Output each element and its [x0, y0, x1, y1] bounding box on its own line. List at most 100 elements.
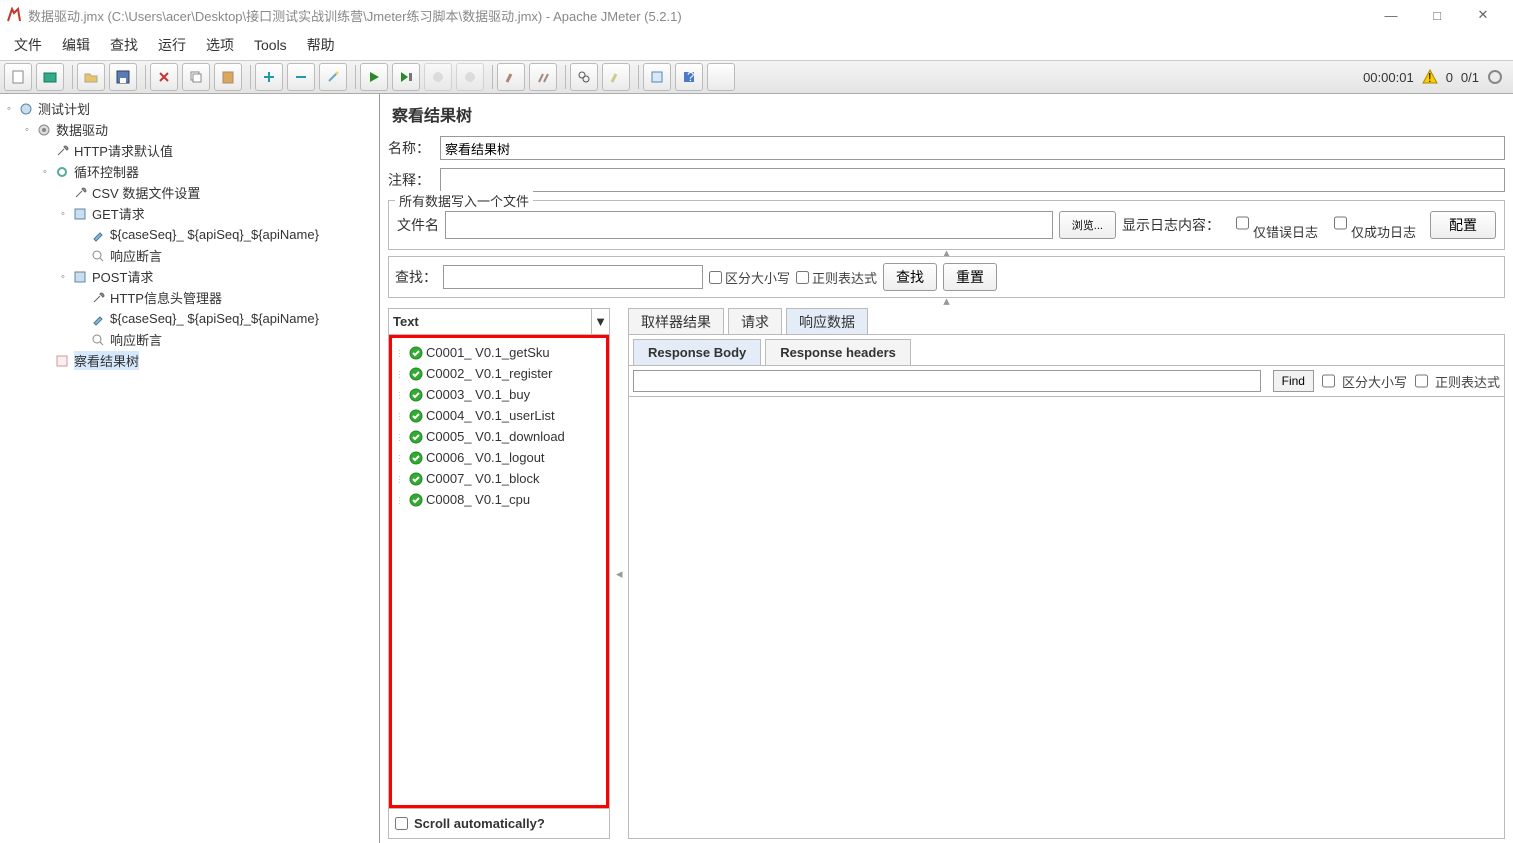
configure-button[interactable]: 配置 — [1430, 211, 1496, 239]
tree-get-request[interactable]: ◦ GET请求 — [58, 203, 379, 224]
toggle-icon[interactable]: ◦ — [22, 125, 32, 135]
subtab-response-headers[interactable]: Response headers — [765, 339, 911, 365]
tree-assertion-get[interactable]: 响应断言 — [76, 245, 379, 266]
shutdown-button[interactable] — [456, 63, 484, 91]
tree-test-plan[interactable]: ◦ 测试计划 — [4, 98, 379, 119]
wand-button[interactable] — [319, 63, 347, 91]
tree-loop-controller[interactable]: ◦ 循环控制器 — [40, 161, 379, 182]
comment-input[interactable] — [440, 168, 1505, 192]
renderer-combo[interactable]: Text ▼ — [389, 309, 609, 335]
search-input[interactable] — [443, 265, 703, 289]
toggle-icon[interactable]: ◦ — [58, 209, 68, 219]
result-item[interactable]: C0005_ V0.1_download — [394, 426, 604, 447]
clear-button[interactable] — [497, 63, 525, 91]
toggle-icon[interactable]: ◦ — [40, 167, 50, 177]
results-list-pane: Text ▼ C0001_ V0.1_getSkuC0002_ V0.1_reg… — [388, 308, 610, 839]
menu-tools[interactable]: Tools — [246, 33, 295, 57]
find-regex-checkbox[interactable]: 正则表达式 — [1415, 370, 1500, 392]
search-button[interactable]: 查找 — [883, 263, 937, 291]
menu-edit[interactable]: 编辑 — [54, 31, 98, 59]
menu-options[interactable]: 选项 — [198, 31, 242, 59]
gear-icon — [36, 122, 52, 138]
success-only-checkbox[interactable]: 仅成功日志 — [1334, 209, 1416, 241]
wrench-icon — [72, 185, 88, 201]
case-sensitive-checkbox[interactable]: 区分大小写 — [709, 268, 790, 287]
results-list[interactable]: C0001_ V0.1_getSkuC0002_ V0.1_registerC0… — [389, 335, 609, 808]
filename-input[interactable] — [445, 211, 1053, 239]
tree-csv-config[interactable]: CSV 数据文件设置 — [58, 182, 379, 203]
start-no-pause-button[interactable] — [392, 63, 420, 91]
toggle-icon[interactable]: ◦ — [4, 104, 14, 114]
start-button[interactable] — [360, 63, 388, 91]
toolbar: ? 00:00:01 ! 0 0/1 — [0, 60, 1513, 94]
remove-button[interactable] — [287, 63, 315, 91]
menubar: 文件 编辑 查找 运行 选项 Tools 帮助 — [0, 30, 1513, 60]
name-input[interactable] — [440, 136, 1505, 160]
stop-button[interactable] — [424, 63, 452, 91]
add-button[interactable] — [255, 63, 283, 91]
reset-search-button[interactable] — [602, 63, 630, 91]
response-body-area[interactable] — [628, 397, 1505, 839]
tree-post-request[interactable]: ◦ POST请求 — [58, 266, 379, 287]
tab-request[interactable]: 请求 — [728, 308, 782, 334]
tab-sampler-result[interactable]: 取样器结果 — [628, 308, 724, 334]
reset-button[interactable]: 重置 — [943, 263, 997, 291]
errors-only-checkbox[interactable]: 仅错误日志 — [1236, 209, 1318, 241]
horizontal-splitter-2[interactable]: ▴ — [388, 298, 1505, 304]
clear-all-button[interactable] — [529, 63, 557, 91]
close-button[interactable]: ✕ — [1469, 5, 1497, 25]
result-item[interactable]: C0003_ V0.1_buy — [394, 384, 604, 405]
function-helper-button[interactable] — [643, 63, 671, 91]
menu-run[interactable]: 运行 — [150, 31, 194, 59]
find-case-checkbox[interactable]: 区分大小写 — [1322, 370, 1407, 392]
menu-help[interactable]: 帮助 — [299, 31, 343, 59]
find-input[interactable] — [633, 370, 1261, 392]
result-tabs: 取样器结果 请求 响应数据 — [628, 308, 1505, 334]
maximize-button[interactable]: □ — [1423, 5, 1451, 25]
paste-button[interactable] — [214, 63, 242, 91]
templates-button[interactable] — [36, 63, 64, 91]
regex-checkbox[interactable]: 正则表达式 — [796, 268, 877, 287]
result-item[interactable]: C0007_ V0.1_block — [394, 468, 604, 489]
find-row: Find 区分大小写 正则表达式 — [628, 366, 1505, 397]
browse-button[interactable]: 浏览... — [1059, 211, 1116, 239]
result-item[interactable]: C0006_ V0.1_logout — [394, 447, 604, 468]
tab-response-data[interactable]: 响应数据 — [786, 308, 868, 334]
scroll-auto-checkbox[interactable] — [395, 817, 408, 830]
menu-search[interactable]: 查找 — [102, 31, 146, 59]
cut-button[interactable] — [150, 63, 178, 91]
subtab-response-body[interactable]: Response Body — [633, 339, 761, 365]
scroll-auto-row[interactable]: Scroll automatically? — [389, 808, 609, 838]
tree-sampler-var-get[interactable]: ${caseSeq}_ ${apiSeq}_${apiName} — [76, 224, 379, 245]
help-button[interactable]: ? — [675, 63, 703, 91]
copy-button[interactable] — [182, 63, 210, 91]
result-item[interactable]: C0001_ V0.1_getSku — [394, 342, 604, 363]
wrench-icon — [90, 290, 106, 306]
vertical-splitter[interactable]: ◂ — [616, 308, 622, 839]
tree-view-results[interactable]: 察看结果树 — [40, 350, 379, 371]
menu-file[interactable]: 文件 — [6, 31, 50, 59]
toggle-icon[interactable]: ◦ — [58, 272, 68, 282]
search-toolbar-button[interactable] — [570, 63, 598, 91]
new-button[interactable] — [4, 63, 32, 91]
titlebar: 数据驱动.jmx (C:\Users\acer\Desktop\接口测试实战训练… — [0, 0, 1513, 30]
result-item[interactable]: C0004_ V0.1_userList — [394, 405, 604, 426]
butterfly-button[interactable] — [707, 63, 735, 91]
open-button[interactable] — [77, 63, 105, 91]
save-button[interactable] — [109, 63, 137, 91]
window-controls: — □ ✕ — [1377, 5, 1507, 25]
result-item[interactable]: C0008_ V0.1_cpu — [394, 489, 604, 510]
tree-sampler-var-post[interactable]: ${caseSeq}_ ${apiSeq}_${apiName} — [76, 308, 379, 329]
tree-assertion-post[interactable]: 响应断言 — [76, 329, 379, 350]
test-plan-tree[interactable]: ◦ 测试计划 ◦ 数据驱动 — [0, 94, 380, 843]
tree-header-manager[interactable]: HTTP信息头管理器 — [76, 287, 379, 308]
minimize-button[interactable]: — — [1377, 5, 1405, 25]
assertion-icon — [90, 248, 106, 264]
activity-icon — [1487, 69, 1503, 85]
result-item[interactable]: C0002_ V0.1_register — [394, 363, 604, 384]
comment-label: 注释： — [388, 170, 440, 190]
tree-thread-group[interactable]: ◦ 数据驱动 — [22, 119, 379, 140]
warning-icon[interactable]: ! — [1422, 69, 1438, 85]
find-button[interactable]: Find — [1273, 370, 1314, 392]
tree-http-defaults[interactable]: HTTP请求默认值 — [40, 140, 379, 161]
